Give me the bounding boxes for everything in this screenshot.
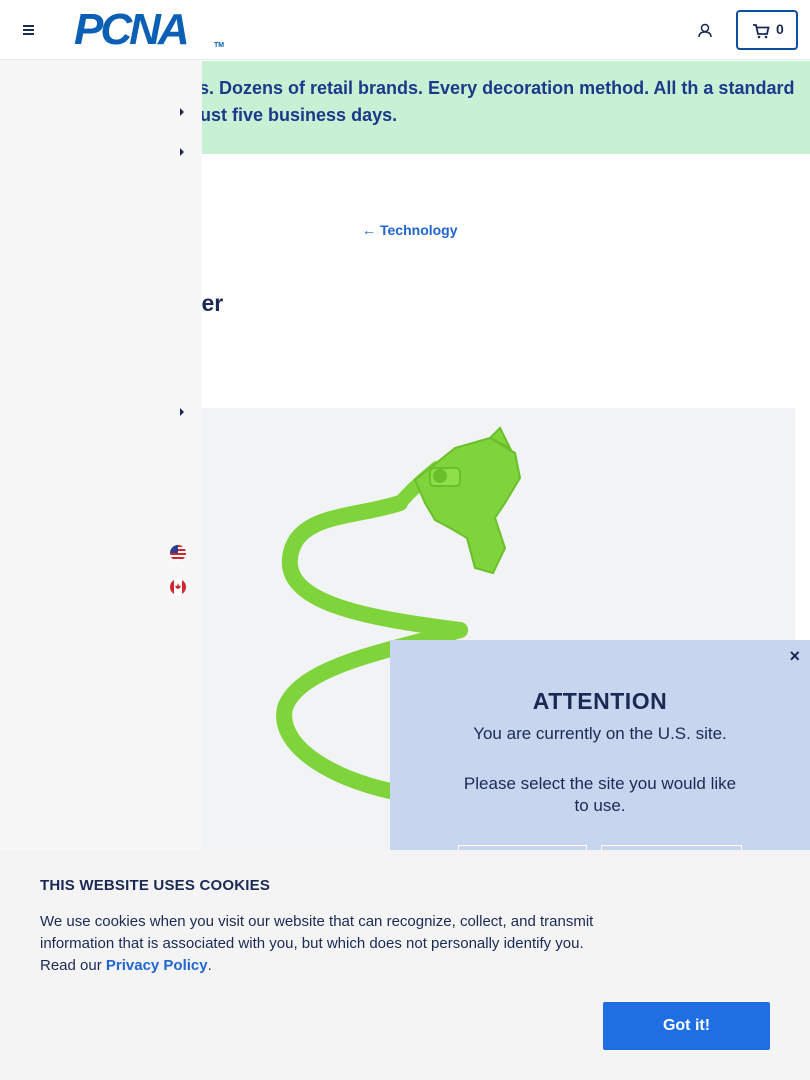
close-icon[interactable]: ×: [789, 646, 800, 667]
logo-trademark: TM: [214, 42, 225, 49]
side-navigation-drawer: [0, 60, 202, 850]
cart-icon: [753, 24, 770, 39]
hamburger-menu-icon[interactable]: [16, 20, 40, 40]
canada-flag-icon[interactable]: [170, 579, 186, 595]
user-account-icon[interactable]: [694, 20, 716, 42]
cart-count: 0: [776, 21, 784, 37]
arrow-left-icon: ←: [362, 222, 376, 238]
cookie-title: THIS WEBSITE USES COOKIES: [40, 877, 271, 894]
privacy-policy-link[interactable]: Privacy Policy: [106, 957, 208, 974]
cookie-message: We use cookies when you visit our websit…: [40, 911, 610, 977]
modal-current-site-text: You are currently on the U.S. site.: [473, 724, 727, 743]
site-header: PCNA TM 0: [0, 0, 810, 60]
expand-caret-icon[interactable]: [178, 145, 186, 157]
cart-button[interactable]: 0: [736, 10, 798, 50]
modal-instruction-text: Please select the site you would like to…: [463, 774, 737, 815]
site-selection-modal: × ATTENTION You are currently on the U.S…: [390, 640, 810, 875]
expand-caret-icon[interactable]: [178, 405, 186, 417]
pcna-logo[interactable]: PCNA TM: [74, 8, 226, 52]
accept-cookies-button[interactable]: Got it!: [603, 1002, 770, 1050]
cookie-message-end: .: [207, 957, 212, 974]
back-link-label: Technology: [380, 222, 458, 238]
cookie-consent-bar: THIS WEBSITE USES COOKIES We use cookies…: [0, 850, 810, 1080]
us-flag-icon[interactable]: [170, 545, 186, 561]
modal-title: ATTENTION: [532, 688, 668, 714]
back-to-category-link[interactable]: ← Technology: [362, 222, 458, 238]
expand-caret-icon[interactable]: [178, 105, 186, 117]
logo-text: PCNA: [74, 5, 190, 54]
